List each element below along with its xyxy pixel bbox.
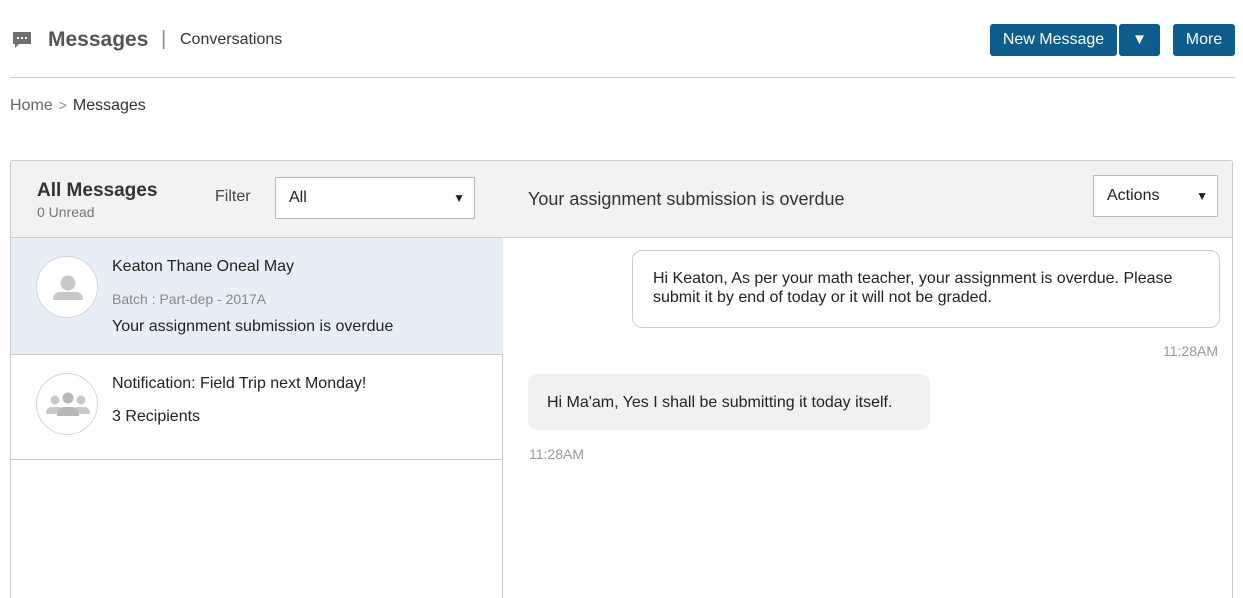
group-avatar-icon: [36, 373, 98, 435]
conversation-snippet: 3 Recipients: [112, 408, 201, 425]
unread-count: 0 Unread: [37, 204, 95, 220]
dropdown-arrow-icon: ▼: [1196, 189, 1208, 203]
conversation-list-pane: All Messages 0 Unread Filter All ▼ Keato…: [11, 161, 503, 598]
message-timestamp: 11:28AM: [529, 446, 584, 462]
thread-pane: Your assignment submission is overdue Ac…: [503, 161, 1232, 598]
breadcrumb-separator: >: [58, 97, 67, 113]
actions-select[interactable]: Actions ▼: [1093, 175, 1218, 217]
filter-select-value: All: [289, 189, 307, 206]
thread-subject: Your assignment submission is overdue: [528, 189, 845, 209]
conversation-snippet: Your assignment submission is overdue: [112, 318, 394, 335]
breadcrumb-home-link[interactable]: Home: [10, 97, 53, 114]
chat-bubble-icon: [13, 32, 31, 48]
list-title: All Messages: [37, 180, 158, 201]
incoming-message-bubble: Hi Ma'am, Yes I shall be submitting it t…: [528, 374, 930, 430]
more-button[interactable]: More: [1173, 24, 1235, 56]
conversation-name: Keaton Thane Oneal May: [112, 258, 295, 275]
new-message-dropdown-button[interactable]: ▼: [1119, 24, 1160, 56]
breadcrumb: Home > Messages: [10, 97, 146, 115]
thread-header: Your assignment submission is overdue Ac…: [503, 161, 1232, 238]
actions-select-value: Actions: [1107, 187, 1160, 204]
breadcrumb-current: Messages: [72, 97, 146, 114]
conversation-item[interactable]: Keaton Thane Oneal May Batch : Part-dep …: [11, 238, 503, 355]
page-title: Messages: [48, 28, 149, 51]
outgoing-message-bubble: Hi Keaton, As per your math teacher, you…: [632, 250, 1220, 328]
messages-panel: All Messages 0 Unread Filter All ▼ Keato…: [10, 160, 1233, 598]
conversation-name: Notification: Field Trip next Monday!: [112, 375, 367, 392]
dropdown-arrow-icon: ▼: [453, 191, 465, 205]
filter-select[interactable]: All ▼: [275, 177, 475, 219]
conversation-item[interactable]: Notification: Field Trip next Monday! 3 …: [11, 355, 503, 460]
new-message-button[interactable]: New Message: [990, 24, 1117, 56]
page-subtitle: Conversations: [180, 31, 283, 48]
conversation-list-header: All Messages 0 Unread Filter All ▼: [11, 161, 503, 238]
conversation-meta: Batch : Part-dep - 2017A: [112, 291, 267, 307]
page-header: Messages | Conversations New Message ▼ M…: [10, 0, 1235, 78]
filter-label: Filter: [215, 188, 251, 205]
title-separator: |: [161, 28, 167, 50]
message-timestamp: 11:28AM: [1163, 343, 1218, 359]
user-avatar-icon: [36, 256, 98, 318]
